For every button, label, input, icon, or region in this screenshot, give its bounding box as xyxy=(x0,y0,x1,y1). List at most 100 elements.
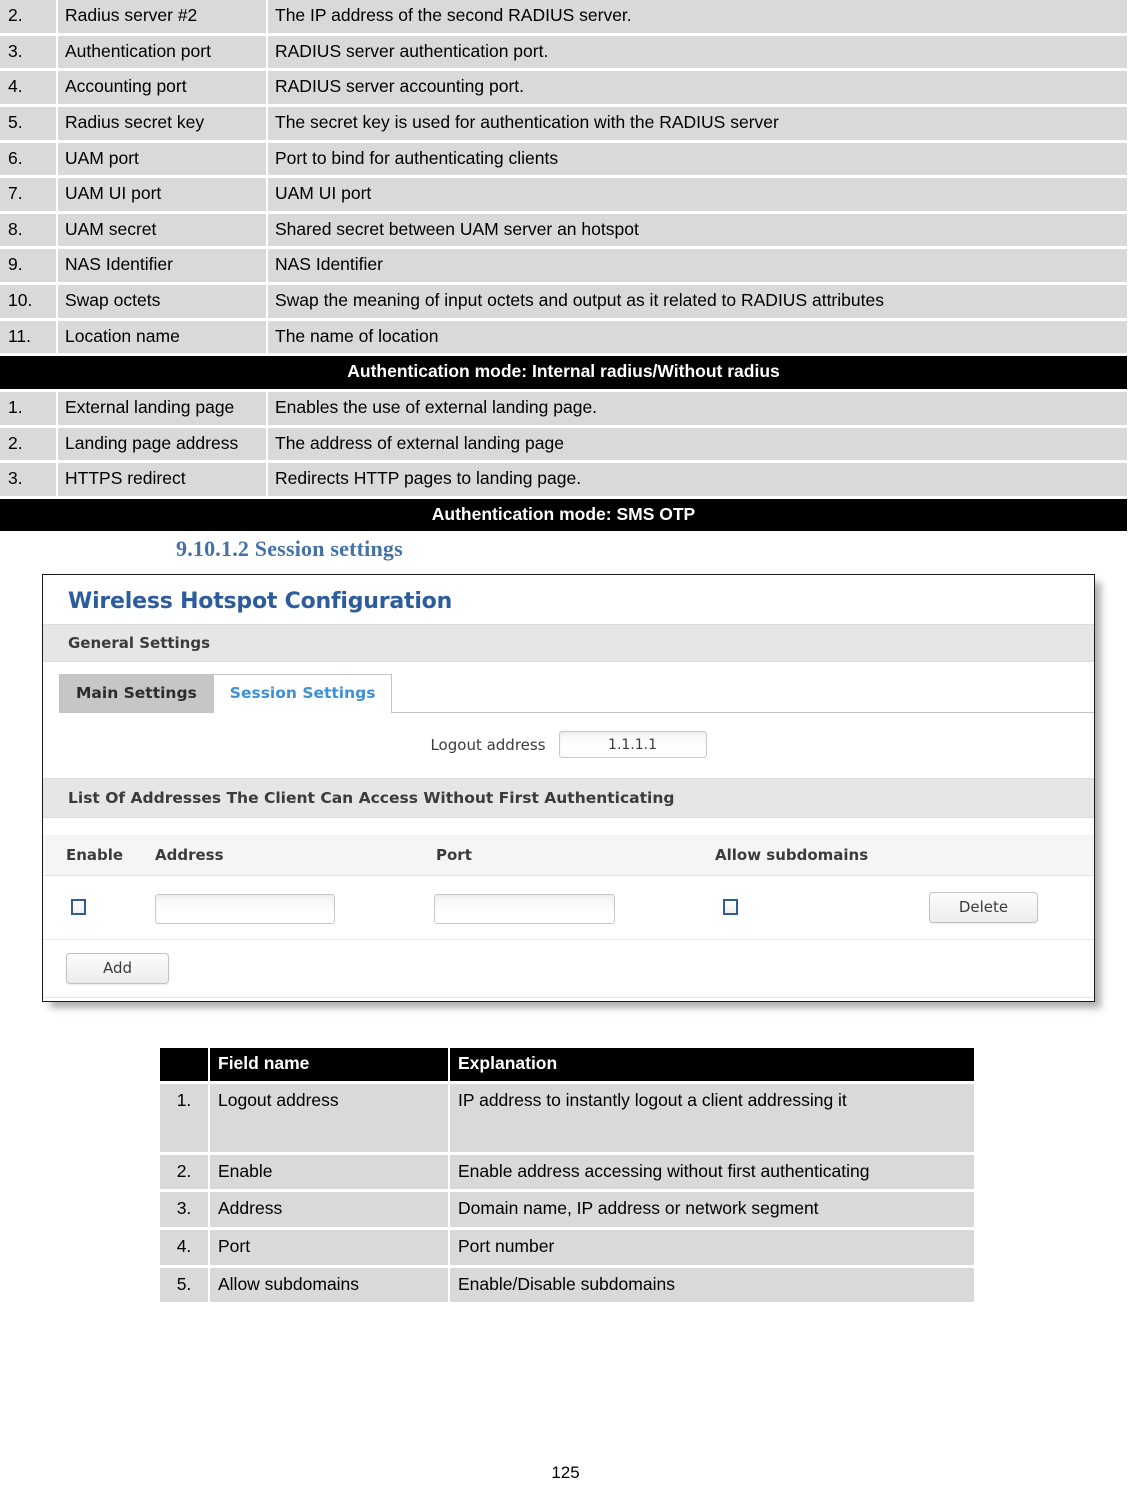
row-number: 9. xyxy=(0,249,56,282)
row-explanation: The name of location xyxy=(268,320,1127,354)
row-field-name: Logout address xyxy=(210,1083,448,1152)
row-field-name: Landing page address xyxy=(58,427,266,461)
header-field-name: Field name xyxy=(210,1048,448,1081)
section-heading: 9.10.1.2 Session settings xyxy=(176,536,403,561)
row-field-name: Location name xyxy=(58,320,266,354)
row-number: 6. xyxy=(0,142,56,176)
row-field-name: External landing page xyxy=(58,391,266,425)
table-row: 6. UAM port Port to bind for authenticat… xyxy=(0,142,1127,176)
table-row: 3. Address Domain name, IP address or ne… xyxy=(160,1192,974,1227)
allow-subdomains-checkbox[interactable] xyxy=(723,899,738,915)
row-explanation: UAM UI port xyxy=(268,178,1127,211)
radius-settings-table: 2. Radius server #2 The IP address of th… xyxy=(0,0,1129,534)
row-number: 3. xyxy=(0,35,56,69)
row-explanation: Enables the use of external landing page… xyxy=(268,391,1127,425)
row-field-name: UAM secret xyxy=(58,213,266,247)
row-number: 5. xyxy=(160,1267,208,1303)
session-settings-field-table: Field name Explanation 1. Logout address… xyxy=(158,1045,976,1305)
add-row-container: Add xyxy=(43,940,1094,998)
table-row: 1. External landing page Enables the use… xyxy=(0,391,1127,425)
row-number: 11. xyxy=(0,320,56,354)
column-header-port: Port xyxy=(436,846,472,864)
section-bar-label: Authentication mode: Internal radius/Wit… xyxy=(0,356,1127,389)
row-explanation: RADIUS server accounting port. xyxy=(268,71,1127,104)
column-header-address: Address xyxy=(155,846,224,864)
table-row: 2. Radius server #2 The IP address of th… xyxy=(0,0,1127,33)
row-explanation: Shared secret between UAM server an hots… xyxy=(268,213,1127,247)
tab-bar: Main Settings Session Settings xyxy=(43,673,1094,713)
port-input[interactable] xyxy=(434,894,615,924)
row-number: 2. xyxy=(160,1154,208,1190)
logout-address-label: Logout address xyxy=(430,735,546,754)
table-header-row: Field name Explanation xyxy=(160,1048,974,1081)
table-row: 8. UAM secret Shared secret between UAM … xyxy=(0,213,1127,247)
tab-main-settings[interactable]: Main Settings xyxy=(59,674,214,712)
row-explanation: Port number xyxy=(450,1229,974,1265)
row-number: 1. xyxy=(0,391,56,425)
table-row: 4. Port Port number xyxy=(160,1229,974,1265)
table-row: 9. NAS Identifier NAS Identifier xyxy=(0,249,1127,282)
table-row: 1. Logout address IP address to instantl… xyxy=(160,1083,974,1152)
row-field-name: Address xyxy=(210,1192,448,1227)
row-field-name: Swap octets xyxy=(58,285,266,318)
row-number: 10. xyxy=(0,285,56,318)
panel-title: Wireless Hotspot Configuration xyxy=(68,589,453,614)
addresses-table-header: Enable Address Port Allow subdomains xyxy=(43,835,1094,876)
row-field-name: Authentication port xyxy=(58,35,266,69)
header-blank xyxy=(160,1048,208,1081)
row-number: 3. xyxy=(160,1192,208,1227)
table-row: 2. Enable Enable address accessing witho… xyxy=(160,1154,974,1190)
row-explanation: The address of external landing page xyxy=(268,427,1127,461)
row-explanation: RADIUS server authentication port. xyxy=(268,35,1127,69)
table-row: 7. UAM UI port UAM UI port xyxy=(0,178,1127,211)
enable-checkbox[interactable] xyxy=(71,899,86,915)
table-row: 3. Authentication port RADIUS server aut… xyxy=(0,35,1127,69)
table-row: 5. Radius secret key The secret key is u… xyxy=(0,106,1127,140)
row-field-name: HTTPS redirect xyxy=(58,463,266,496)
wireless-hotspot-config-panel: Wireless Hotspot Configuration General S… xyxy=(42,574,1095,1002)
row-explanation: Redirects HTTP pages to landing page. xyxy=(268,463,1127,496)
row-field-name: Radius secret key xyxy=(58,106,266,140)
screenshot-figure: Wireless Hotspot Configuration General S… xyxy=(42,574,1097,1004)
delete-button[interactable]: Delete xyxy=(929,892,1038,923)
row-field-name: UAM UI port xyxy=(58,178,266,211)
row-field-name: NAS Identifier xyxy=(58,249,266,282)
row-explanation: Swap the meaning of input octets and out… xyxy=(268,285,1127,318)
allowed-addresses-bar: List Of Addresses The Client Can Access … xyxy=(43,778,1094,818)
page-number: 125 xyxy=(551,1463,580,1482)
logout-address-input[interactable]: 1.1.1.1 xyxy=(558,731,707,758)
column-header-allow-subdomains: Allow subdomains xyxy=(715,846,869,864)
section-bar-label: Authentication mode: SMS OTP xyxy=(0,498,1127,532)
table-row: 2. Landing page address The address of e… xyxy=(0,427,1127,461)
row-field-name: UAM port xyxy=(58,142,266,176)
header-explanation: Explanation xyxy=(450,1048,974,1081)
row-field-name: Allow subdomains xyxy=(210,1267,448,1303)
row-number: 2. xyxy=(0,427,56,461)
row-number: 8. xyxy=(0,213,56,247)
column-header-enable: Enable xyxy=(66,846,124,864)
row-explanation: IP address to instantly logout a client … xyxy=(450,1083,974,1152)
row-number: 3. xyxy=(0,463,56,496)
logout-address-row: Logout address 1.1.1.1 xyxy=(43,713,1094,778)
row-number: 5. xyxy=(0,106,56,140)
row-number: 4. xyxy=(160,1229,208,1265)
row-explanation: The secret key is used for authenticatio… xyxy=(268,106,1127,140)
row-field-name: Enable xyxy=(210,1154,448,1190)
row-field-name: Accounting port xyxy=(58,71,266,104)
row-field-name: Radius server #2 xyxy=(58,0,266,33)
general-settings-bar: General Settings xyxy=(43,624,1094,662)
tab-session-settings[interactable]: Session Settings xyxy=(212,674,393,713)
row-field-name: Port xyxy=(210,1229,448,1265)
section-bar-sms-otp: Authentication mode: SMS OTP xyxy=(0,498,1127,532)
row-number: 4. xyxy=(0,71,56,104)
row-explanation: The IP address of the second RADIUS serv… xyxy=(268,0,1127,33)
row-number: 2. xyxy=(0,0,56,33)
row-explanation: Domain name, IP address or network segme… xyxy=(450,1192,974,1227)
address-input[interactable] xyxy=(155,894,335,924)
row-number: 7. xyxy=(0,178,56,211)
section-bar-internal-radius: Authentication mode: Internal radius/Wit… xyxy=(0,356,1127,389)
table-row: 5. Allow subdomains Enable/Disable subdo… xyxy=(160,1267,974,1303)
row-explanation: Enable/Disable subdomains xyxy=(450,1267,974,1303)
table-row: 11. Location name The name of location xyxy=(0,320,1127,354)
add-button[interactable]: Add xyxy=(66,953,169,984)
